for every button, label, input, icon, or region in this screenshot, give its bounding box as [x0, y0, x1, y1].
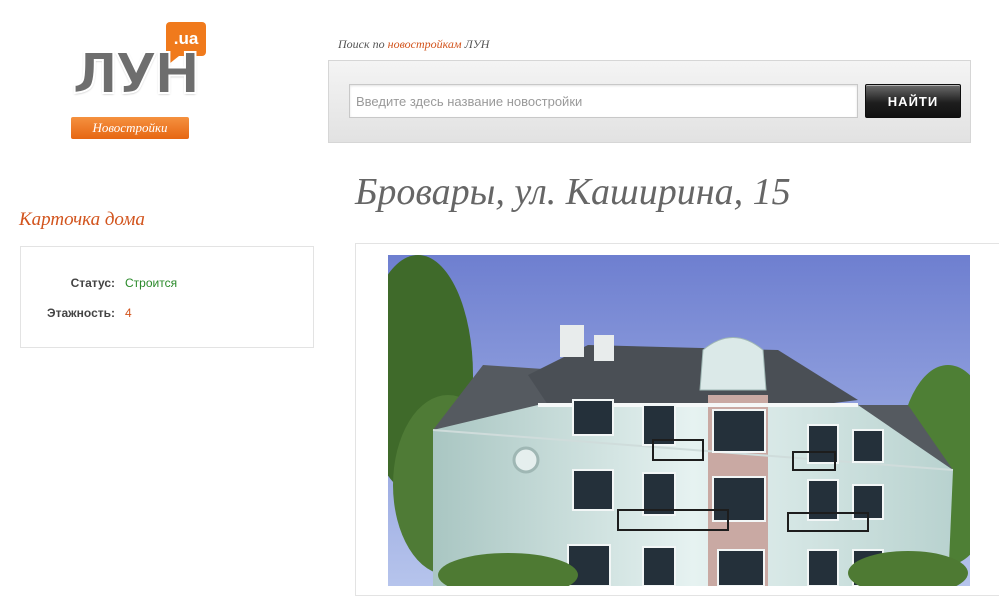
search-panel: НАЙТИ [328, 60, 971, 143]
card-row-status: Статус: Строится [21, 276, 313, 294]
status-label: Статус: [70, 276, 115, 290]
house-card: Статус: Строится Этажность: 4 [20, 246, 314, 348]
building-photo[interactable] [388, 255, 970, 586]
search-caption: Поиск по новостройкам ЛУН [338, 37, 489, 52]
search-caption-prefix: Поиск по [338, 37, 388, 51]
card-heading: Карточка дома [19, 209, 145, 230]
card-row-floors: Этажность: 4 [21, 306, 313, 324]
logo-brand: ЛУН [71, 41, 202, 108]
page-title: Бровары, ул. Каширина, 15 [355, 171, 791, 213]
search-caption-suffix: ЛУН [461, 37, 490, 51]
logo-tagline: Новостройки [71, 117, 189, 139]
status-value: Строится [125, 276, 178, 290]
search-input[interactable] [349, 84, 858, 118]
search-caption-link[interactable]: новостройкам [388, 37, 462, 51]
photo-frame [355, 243, 999, 596]
lun-logo[interactable]: .ua ЛУН Новостройки [70, 22, 210, 142]
floors-label: Этажность: [47, 306, 115, 320]
floors-value: 4 [125, 306, 132, 320]
search-button[interactable]: НАЙТИ [865, 84, 961, 118]
